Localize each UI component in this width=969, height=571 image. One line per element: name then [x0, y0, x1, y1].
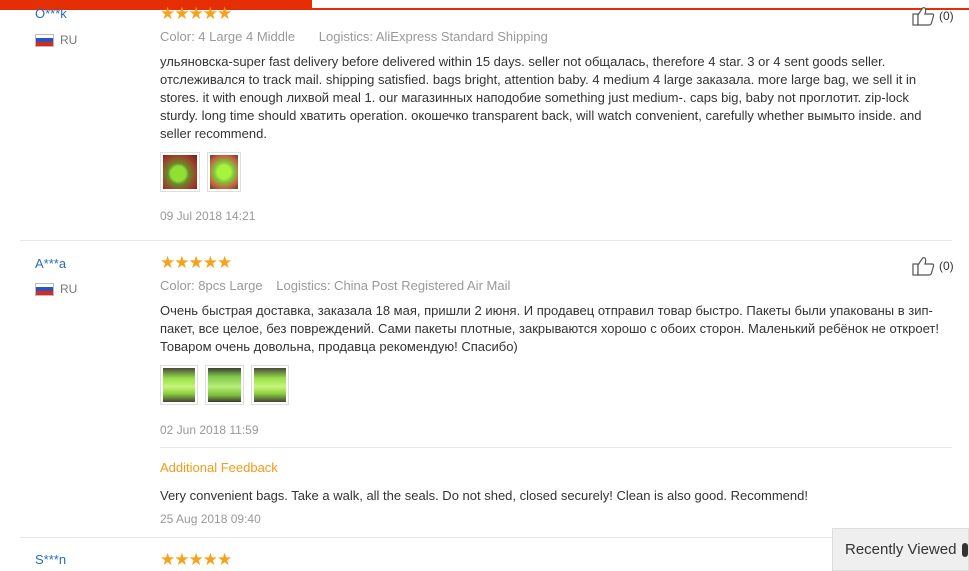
additional-feedback-title: Additional Feedback [160, 460, 278, 475]
like-count: (0) [939, 259, 954, 273]
star-rating: ★★★★★ [160, 550, 232, 569]
star-rating: ★★★★★ [160, 253, 232, 272]
review-attributes: Color: 8pcs Large Logistics: China Post … [160, 278, 510, 293]
country-code: RU [60, 33, 78, 47]
review-photo[interactable] [251, 365, 289, 405]
country-code: RU [60, 282, 78, 296]
top-rule [0, 8, 969, 10]
star-rating: ★★★★★ [160, 4, 232, 23]
reviewer-country: RU [35, 33, 77, 47]
reviewer-country: RU [35, 282, 77, 296]
review-photo[interactable] [160, 152, 200, 192]
review-text: Очень быстрая доставка, заказала 18 мая,… [160, 303, 939, 354]
russia-flag-icon [35, 282, 54, 296]
like-count: (0) [939, 9, 954, 23]
russia-flag-icon [35, 33, 54, 47]
logistics-attribute: Logistics: China Post Registered Air Mai… [276, 278, 511, 293]
reviewer-name[interactable]: S***n [35, 552, 66, 567]
review-date: 09 Jul 2018 14:21 [160, 209, 256, 223]
reviewer-name[interactable]: O***k [35, 6, 67, 21]
like-button[interactable]: (0) [912, 6, 954, 26]
additional-feedback-text: Very convenient bags. Take a walk, all t… [160, 488, 808, 503]
thumbs-up-icon [912, 7, 935, 26]
review-divider [20, 537, 952, 538]
review-photos [160, 152, 248, 192]
recently-viewed-icon [962, 542, 968, 557]
review-date: 02 Jun 2018 11:59 [160, 423, 259, 437]
color-attribute: Color: 4 Large 4 Middle [160, 29, 296, 44]
recently-viewed-label: Recently Viewed [845, 541, 957, 558]
like-button[interactable]: (0) [912, 256, 954, 276]
review-photo[interactable] [207, 152, 241, 192]
review-text: ульяновска-super fast delivery before de… [160, 54, 922, 141]
review-photos [160, 365, 296, 405]
review-photo[interactable] [205, 365, 244, 405]
recently-viewed-button[interactable]: Recently Viewed [832, 528, 969, 571]
additional-divider [160, 447, 952, 448]
thumbs-up-icon [912, 257, 935, 276]
logistics-attribute: Logistics: AliExpress Standard Shipping [318, 29, 548, 44]
review-divider [20, 240, 952, 241]
color-attribute: Color: 8pcs Large [160, 278, 263, 293]
reviewer-name[interactable]: A***a [35, 256, 66, 271]
review-photo[interactable] [160, 365, 198, 405]
review-attributes: Color: 4 Large 4 Middle Logistics: AliEx… [160, 29, 548, 44]
additional-feedback-date: 25 Aug 2018 09:40 [160, 512, 261, 526]
